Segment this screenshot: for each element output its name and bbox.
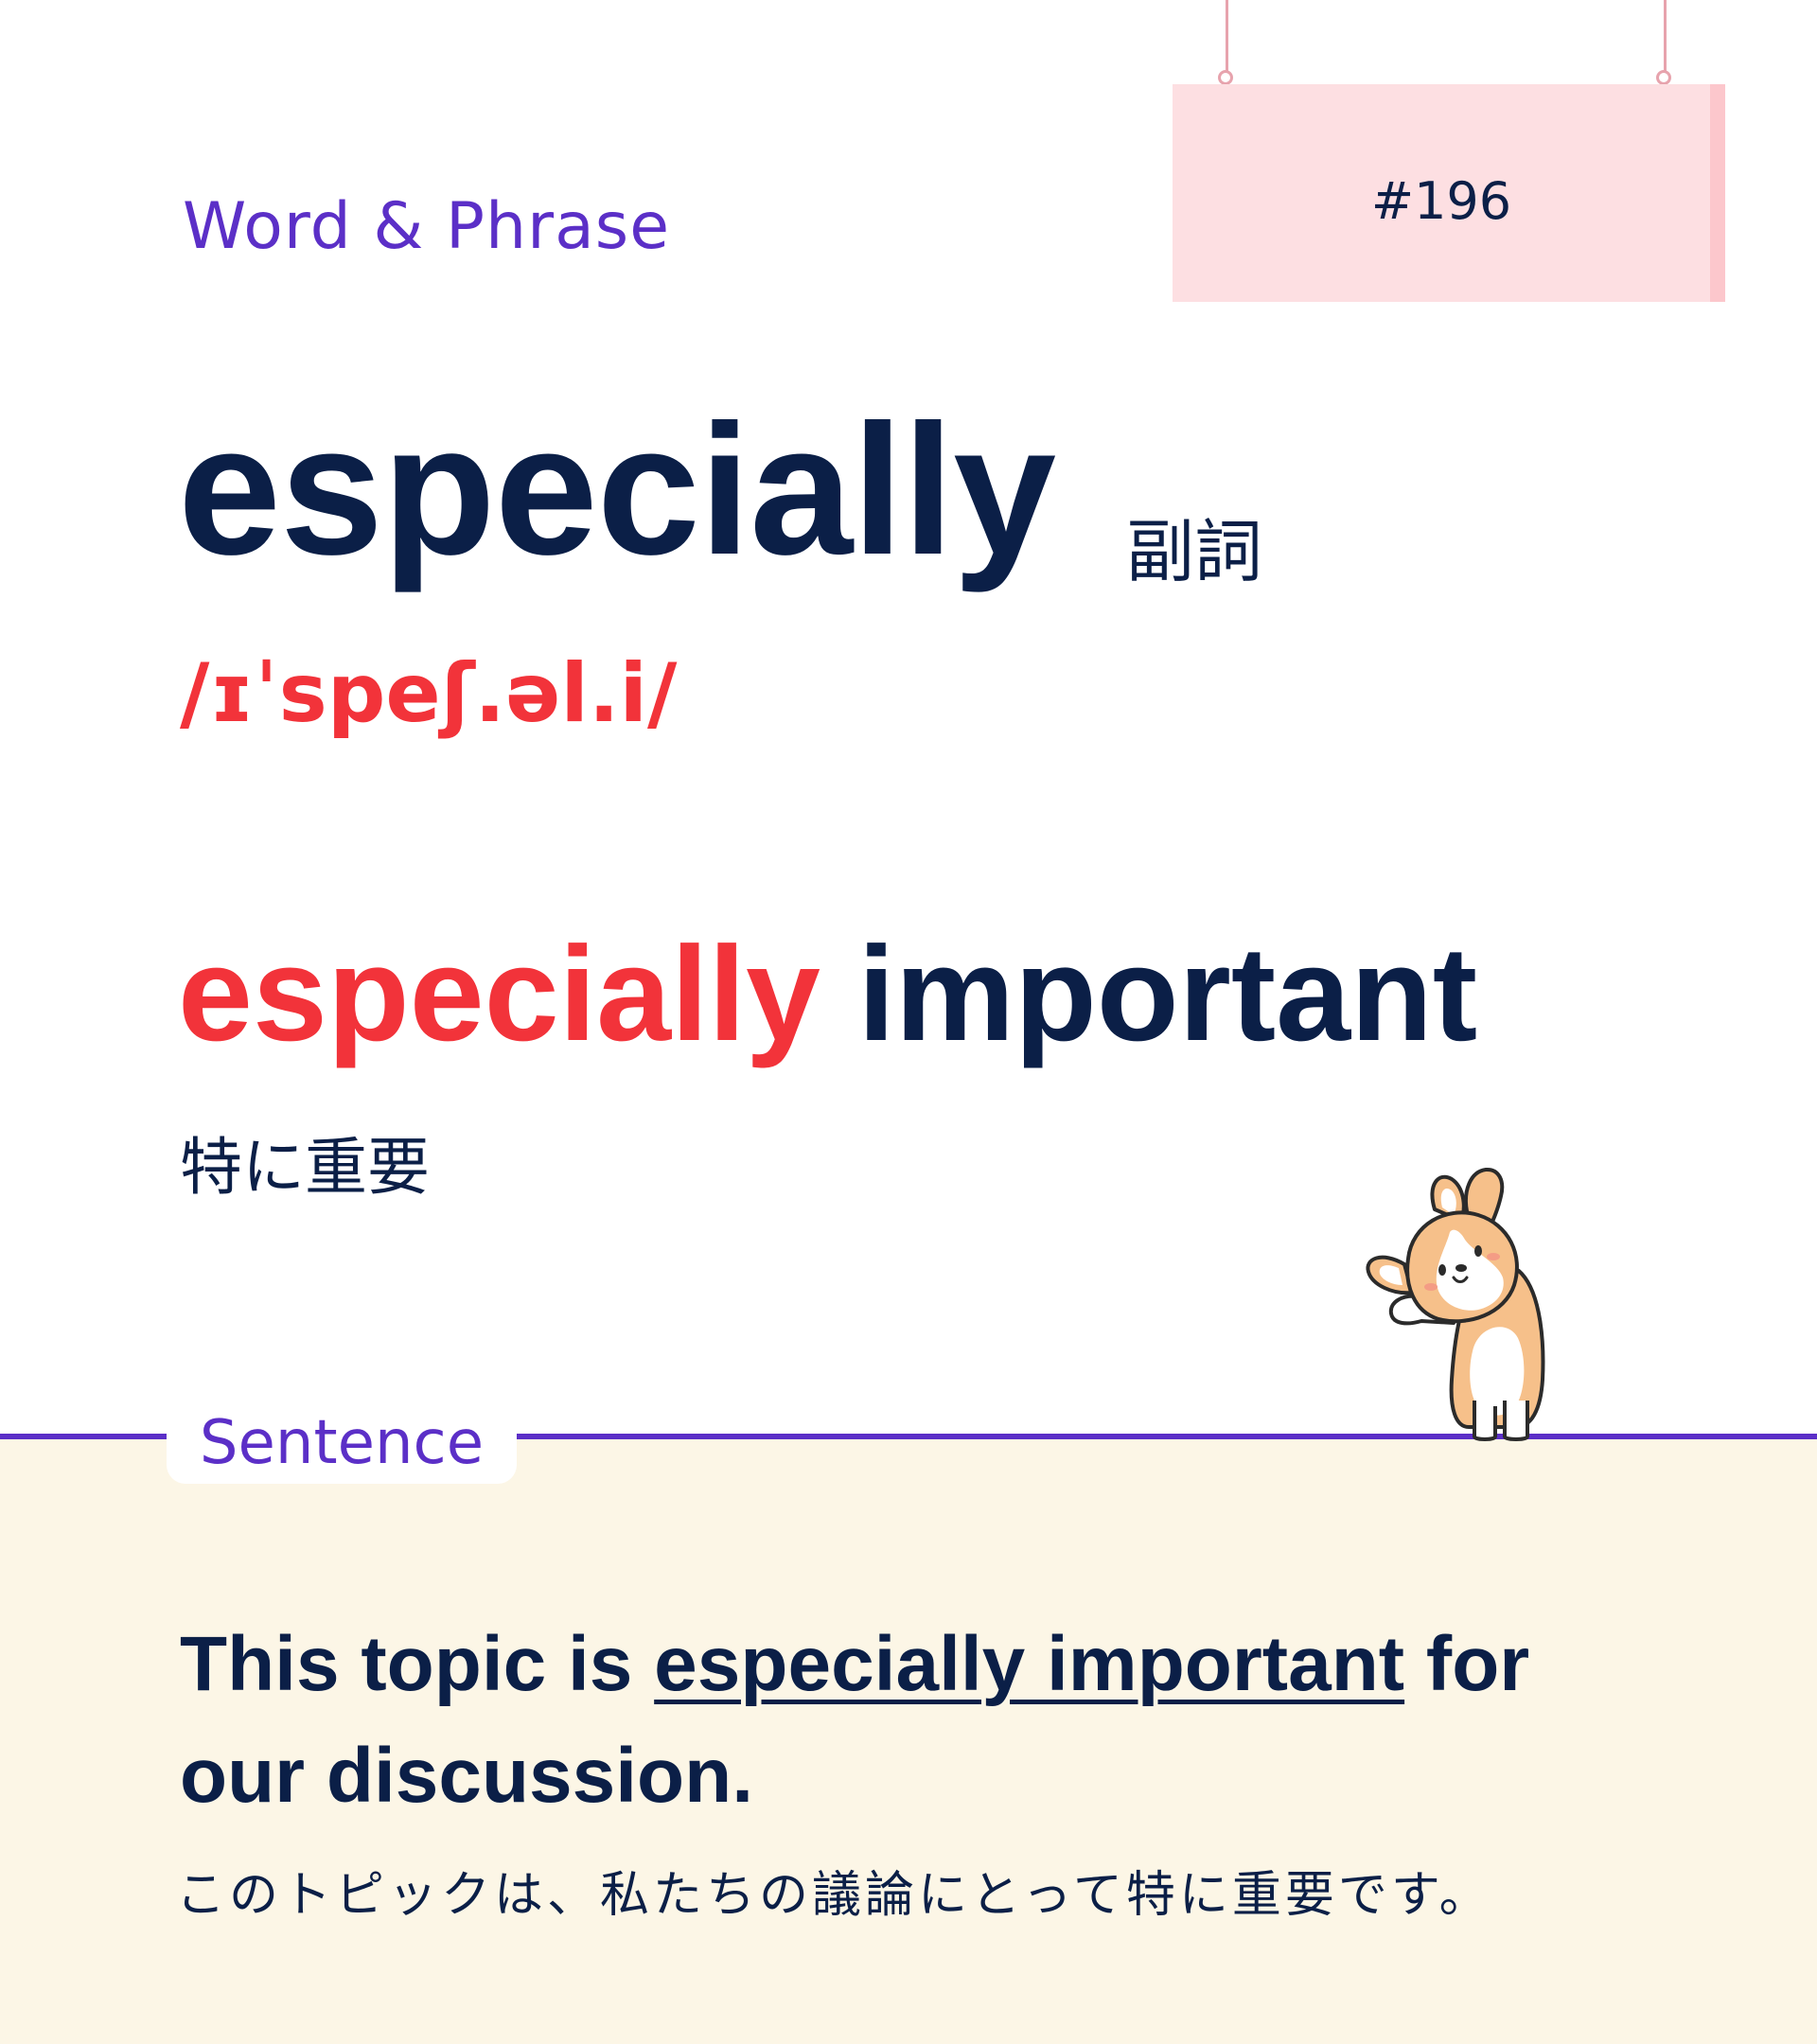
sign-hook-left-icon [1218,70,1233,85]
entry-number-sign: #196 [1173,84,1725,302]
sentence-section-label: Sentence [199,1408,485,1478]
collocation-rest: important [820,919,1478,1069]
sign-string-right [1664,0,1667,74]
collocation: especially important [178,927,1477,1062]
corgi-mascot-icon [1366,1167,1545,1441]
flashcard-page: Word & Phrase #196 especially 副詞 /ɪˈspeʃ… [0,0,1817,2044]
sentence-before: This topic is [180,1621,655,1707]
pronunciation: /ɪˈspeʃ.əl.i/ [180,646,678,741]
headword: especially [178,386,1056,593]
sign-string-left [1226,0,1228,74]
example-sentence: This topic is especially important for o… [180,1609,1656,1832]
category-label: Word & Phrase [183,189,671,264]
sentence-translation: このトピックは、私たちの議論にとって特に重要です。 [176,1867,1492,1924]
entry-number: #196 [1370,171,1512,231]
sign-hook-right-icon [1656,70,1671,85]
part-of-speech: 副詞 [1126,512,1263,591]
collocation-highlight: especially [178,919,820,1069]
collocation-translation: 特に重要 [180,1131,430,1204]
sentence-highlight: especially important [654,1621,1405,1707]
sentence-section-tab: Sentence [167,1393,517,1484]
